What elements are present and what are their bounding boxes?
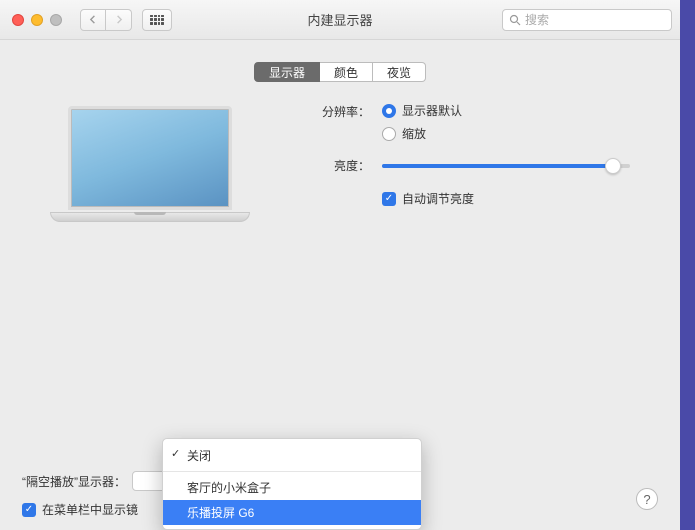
auto-brightness-checkbox[interactable]: ✓ 自动调节亮度 [382, 190, 630, 207]
titlebar: 内建显示器 搜索 [0, 0, 680, 40]
forward-button[interactable] [106, 9, 132, 31]
search-placeholder: 搜索 [525, 11, 549, 28]
tab-nightshift[interactable]: 夜览 [373, 62, 426, 82]
brightness-row: 亮度： [290, 156, 630, 176]
close-icon[interactable] [12, 14, 24, 26]
display-illustration [40, 102, 260, 242]
zoom-icon [50, 14, 62, 26]
resolution-default-option[interactable]: 显示器默认 [382, 102, 462, 119]
radio-icon [382, 104, 396, 118]
resolution-label: 分辨率： [290, 102, 370, 120]
radio-icon [382, 127, 396, 141]
chevron-right-icon [114, 15, 123, 24]
back-button[interactable] [80, 9, 106, 31]
bottom-area: “隔空播放”显示器： ✓ 在菜单栏中显示镜 关闭 客厅的小米盒子 乐播投屏 G6 [22, 471, 658, 518]
search-input[interactable]: 搜索 [502, 9, 672, 31]
window-title: 内建显示器 [307, 10, 372, 29]
airplay-option-xiaomi[interactable]: 客厅的小米盒子 [163, 475, 421, 500]
slider-thumb[interactable] [605, 158, 621, 174]
nav-group [80, 9, 132, 31]
main-row: 分辨率： 显示器默认 缩放 亮度： [20, 102, 660, 242]
tab-color[interactable]: 颜色 [320, 62, 373, 82]
checkbox-icon: ✓ [382, 192, 396, 206]
airplay-option-lebo[interactable]: 乐播投屏 G6 [163, 500, 421, 525]
minimize-icon[interactable] [31, 14, 43, 26]
tab-display[interactable]: 显示器 [254, 62, 320, 82]
airplay-label: “隔空播放”显示器： [22, 473, 126, 490]
help-button[interactable]: ? [636, 488, 658, 510]
separator [163, 471, 421, 472]
settings-column: 分辨率： 显示器默认 缩放 亮度： [290, 102, 660, 242]
search-icon [509, 14, 521, 26]
tabs: 显示器 颜色 夜览 [20, 62, 660, 82]
airplay-option-off[interactable]: 关闭 [163, 443, 421, 468]
show-all-button[interactable] [142, 9, 172, 31]
airplay-dropdown: 关闭 客厅的小米盒子 乐播投屏 G6 [162, 438, 422, 530]
resolution-row: 分辨率： 显示器默认 缩放 [290, 102, 630, 142]
content-area: 显示器 颜色 夜览 分辨率： 显示器默认 [0, 40, 680, 530]
preferences-window: 内建显示器 搜索 显示器 颜色 夜览 分辨率： [0, 0, 680, 530]
resolution-scaled-option[interactable]: 缩放 [382, 125, 462, 142]
window-controls [12, 14, 62, 26]
brightness-label: 亮度： [290, 156, 370, 174]
grid-icon [150, 15, 164, 25]
brightness-slider[interactable] [382, 156, 630, 176]
checkbox-icon: ✓ [22, 503, 36, 517]
chevron-left-icon [89, 15, 98, 24]
